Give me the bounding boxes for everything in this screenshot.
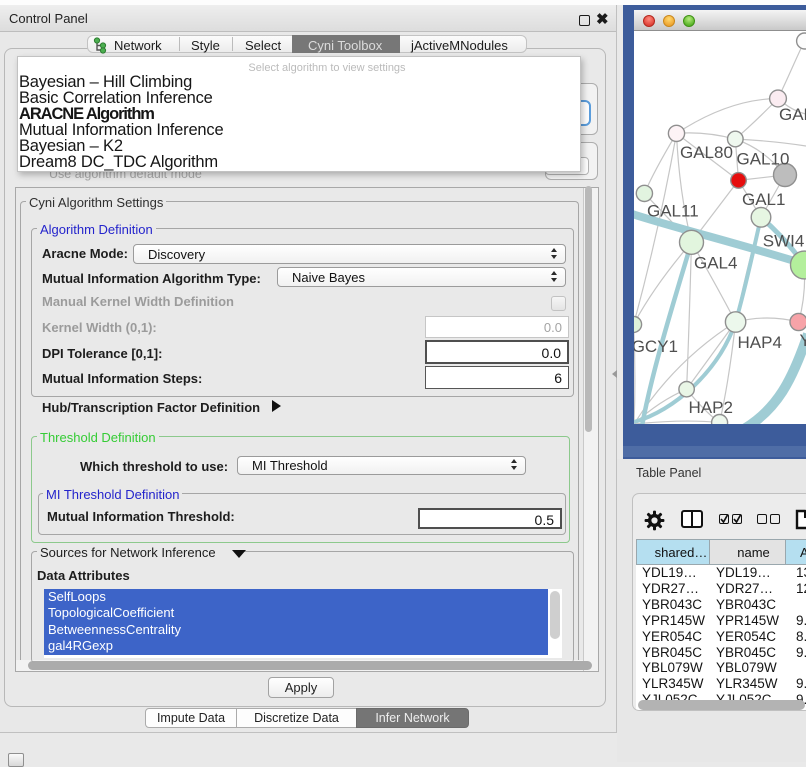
svg-text:GAL1: GAL1 — [742, 190, 785, 209]
svg-text:GAL11: GAL11 — [647, 202, 699, 221]
svg-text:GCY1: GCY1 — [634, 337, 678, 356]
svg-text:GAL10: GAL10 — [737, 150, 790, 169]
svg-text:SWI4: SWI4 — [763, 232, 805, 251]
svg-text:GAL4: GAL4 — [694, 254, 737, 273]
svg-text:YM: YM — [800, 331, 806, 350]
svg-text:HAP2: HAP2 — [689, 398, 733, 417]
svg-text:HAP4: HAP4 — [738, 333, 782, 352]
svg-text:GAL2: GAL2 — [779, 105, 806, 124]
svg-text:GAL80: GAL80 — [680, 143, 733, 162]
